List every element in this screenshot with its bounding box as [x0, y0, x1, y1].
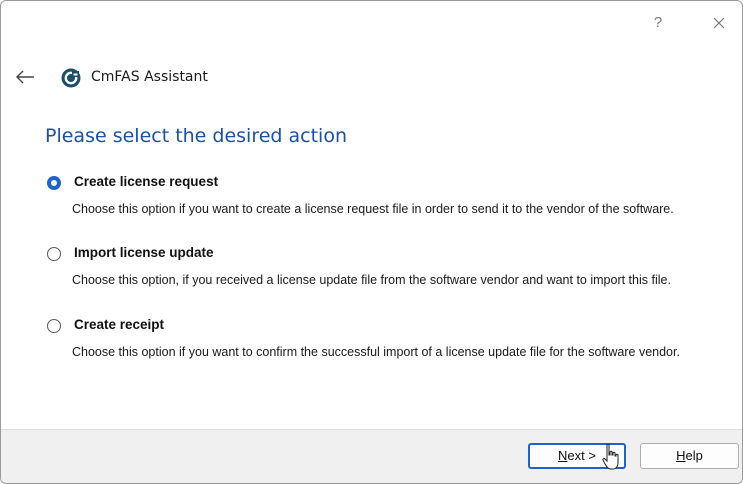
- next-label: ext >: [567, 448, 596, 463]
- back-arrow-icon[interactable]: [14, 68, 36, 86]
- radio-create-receipt[interactable]: [47, 319, 61, 333]
- next-mnemonic: N: [558, 448, 568, 463]
- option-description: Choose this option, if you received a li…: [72, 273, 671, 287]
- button-bar: Next > Help: [1, 429, 742, 483]
- radio-create-license-request[interactable]: [47, 176, 61, 190]
- app-title: CmFAS Assistant: [91, 69, 208, 85]
- mouse-pointer-icon: [602, 443, 619, 470]
- navigation-row: CmFAS Assistant: [1, 61, 742, 95]
- close-icon: [713, 17, 725, 29]
- option-label[interactable]: Import license update: [74, 245, 214, 260]
- close-button[interactable]: [705, 9, 733, 37]
- help-mnemonic: H: [676, 448, 686, 463]
- help-button[interactable]: Help: [640, 443, 739, 469]
- title-bar: ?: [1, 1, 742, 49]
- option-label[interactable]: Create license request: [74, 174, 218, 189]
- radio-import-license-update[interactable]: [47, 247, 61, 261]
- option-label[interactable]: Create receipt: [74, 317, 164, 332]
- cmfas-logo-icon: [61, 68, 81, 88]
- option-description: Choose this option if you want to create…: [72, 202, 674, 216]
- page-heading: Please select the desired action: [45, 125, 348, 147]
- cmfas-assistant-window: ? CmFAS Assistant Please select the desi…: [0, 0, 743, 484]
- help-title-button[interactable]: ?: [644, 9, 672, 37]
- help-label: elp: [685, 448, 703, 463]
- option-description: Choose this option if you want to confir…: [72, 345, 680, 359]
